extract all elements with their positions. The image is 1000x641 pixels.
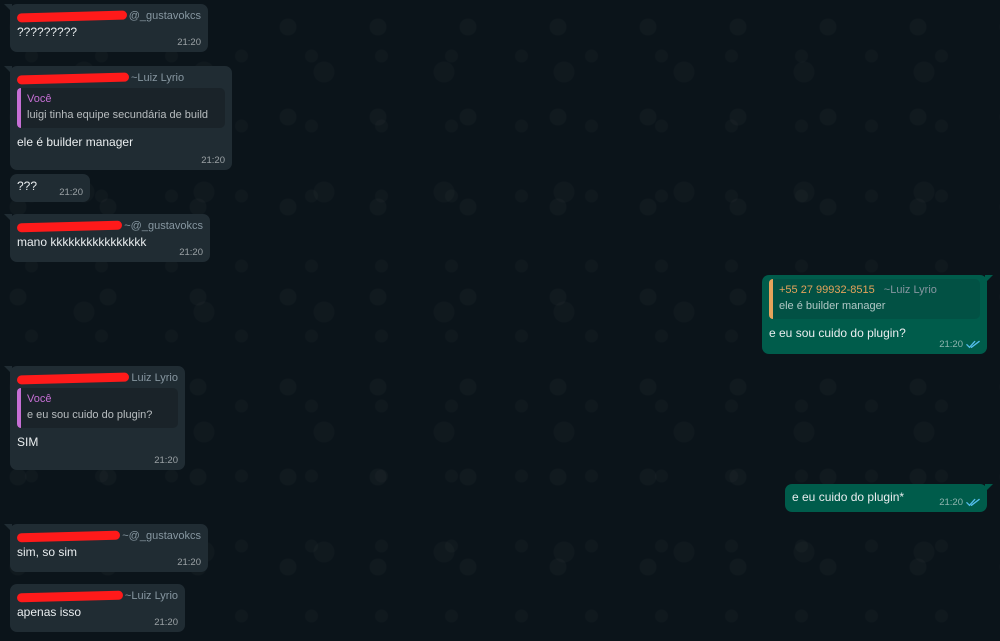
message-time: 21:20 [179, 247, 203, 258]
incoming-message[interactable]: ??? 21:20 [10, 174, 90, 202]
quote-text: ele é builder manager [779, 300, 886, 312]
redacted-name [16, 590, 124, 602]
quoted-message[interactable]: Você luigi tinha equipe secundária de bu… [17, 88, 225, 128]
sender-handle: Luiz Lyrio [131, 372, 178, 384]
incoming-message[interactable]: Luiz Lyrio Você e eu sou cuido do plugin… [4, 366, 185, 470]
message-time: 21:20 [59, 187, 83, 198]
incoming-message[interactable]: @_gustavokcs ????????? 21:20 [4, 4, 208, 52]
incoming-message[interactable]: ~@_gustavokcs mano kkkkkkkkkkkkkkkk 21:2… [4, 214, 210, 262]
redacted-name [16, 10, 127, 22]
sender-name[interactable]: ~@_gustavokcs [16, 218, 203, 234]
message-time: 21:20 [201, 155, 225, 166]
sender-name[interactable]: ~Luiz Lyrio [16, 588, 178, 604]
redacted-name [16, 530, 121, 542]
quote-phone: +55 27 99932-8515 [779, 284, 875, 296]
incoming-message[interactable]: ~@_gustavokcs sim, so sim 21:20 [4, 524, 208, 572]
quote-author: +55 27 99932-8515 ~Luiz Lyrio [779, 283, 972, 298]
outgoing-message[interactable]: +55 27 99932-8515 ~Luiz Lyrio ele é buil… [762, 275, 993, 354]
message-text: ????????? [17, 25, 78, 39]
message-time: 21:20 [154, 617, 178, 628]
double-check-icon [966, 340, 980, 349]
quoted-message[interactable]: +55 27 99932-8515 ~Luiz Lyrio ele é buil… [769, 279, 980, 319]
quote-text: luigi tinha equipe secundária de build [27, 109, 209, 121]
sender-name[interactable]: Luiz Lyrio [16, 370, 178, 386]
sender-handle: ~@_gustavokcs [124, 220, 203, 232]
message-time-wrap: 21:20 [939, 497, 980, 508]
quote-text: e eu sou cuido do plugin? [27, 409, 153, 421]
sender-handle: ~Luiz Lyrio [124, 590, 178, 602]
message-text: mano kkkkkkkkkkkkkkkk [17, 235, 147, 249]
incoming-message[interactable]: ~Luiz Lyrio Você luigi tinha equipe secu… [4, 66, 232, 170]
sender-handle: @_gustavokcs [128, 10, 201, 22]
quoted-message[interactable]: Você e eu sou cuido do plugin? [17, 388, 178, 428]
message-text: sim, so sim [17, 545, 77, 559]
message-time-wrap: 21:20 [939, 339, 980, 350]
message-time: 21:20 [154, 455, 178, 466]
sender-handle: ~@_gustavokcs [122, 530, 201, 542]
message-text: ele é builder manager [17, 135, 134, 149]
quote-alias: ~Luiz Lyrio [883, 284, 937, 296]
message-time: 21:20 [939, 339, 963, 350]
sender-handle: ~Luiz Lyrio [131, 72, 185, 84]
message-time: 21:20 [177, 37, 201, 48]
message-time: 21:20 [939, 497, 963, 508]
message-time: 21:20 [177, 557, 201, 568]
double-check-icon [966, 498, 980, 507]
quote-author: Você [27, 393, 52, 405]
redacted-name [16, 72, 130, 84]
sender-name[interactable]: @_gustavokcs [16, 8, 201, 24]
incoming-message[interactable]: ~Luiz Lyrio apenas isso 21:20 [10, 584, 185, 632]
sender-name[interactable]: ~@_gustavokcs [16, 528, 201, 544]
quote-bar [769, 279, 773, 319]
redacted-name [16, 372, 130, 384]
quote-author: Você [27, 93, 52, 105]
message-text: SIM [17, 435, 39, 449]
quote-bar [17, 88, 21, 128]
quote-bar [17, 388, 21, 428]
sender-name[interactable]: ~Luiz Lyrio [16, 70, 225, 86]
redacted-name [16, 220, 123, 232]
outgoing-message[interactable]: e eu cuido do plugin* 21:20 [785, 484, 993, 512]
